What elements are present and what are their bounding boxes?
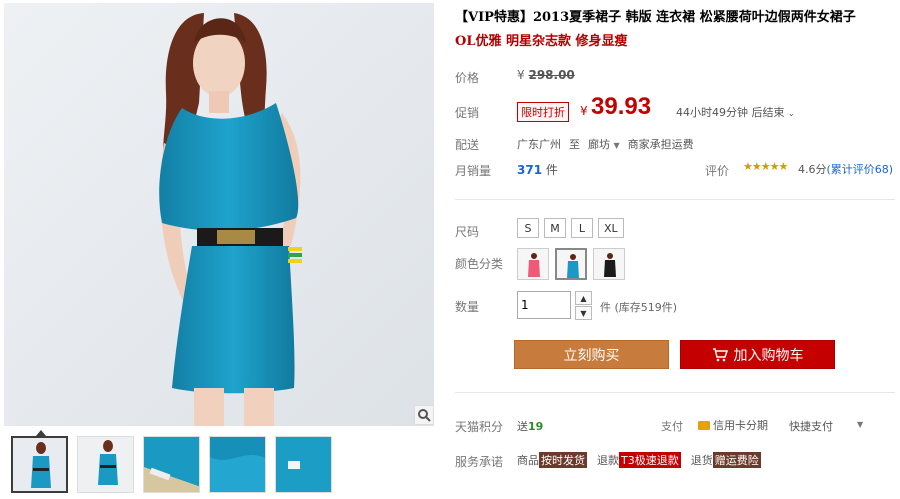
color-option-blue[interactable] xyxy=(555,248,587,280)
quantity-label: 数量 xyxy=(455,300,480,314)
promo-label: 促销 xyxy=(455,106,480,120)
thumbnail-3[interactable] xyxy=(143,436,200,493)
chevron-down-icon: ⌄ xyxy=(788,109,795,118)
buy-now-button[interactable]: 立刻购买 xyxy=(514,340,669,369)
divider xyxy=(455,199,895,200)
rating-label: 评价 xyxy=(705,164,730,178)
caret-down-icon: ▼ xyxy=(613,141,620,150)
thumbnail-4[interactable] xyxy=(209,436,266,493)
rating-stars-icon: ★★★★★ xyxy=(743,160,788,173)
promo-countdown[interactable]: 44小时49分钟 后结束 ⌄ xyxy=(676,104,795,120)
zoom-icon[interactable] xyxy=(414,405,434,425)
size-label: 尺码 xyxy=(455,225,480,239)
payment-credit[interactable]: 信用卡分期 xyxy=(698,417,768,433)
thumbnail-2[interactable] xyxy=(77,436,134,493)
shipping-label: 配送 xyxy=(455,138,480,152)
size-option-xl[interactable]: XL xyxy=(598,218,624,238)
shipping-to: 至 xyxy=(569,138,580,151)
caret-down-icon[interactable]: ▼ xyxy=(857,420,863,429)
size-options: S M L XL xyxy=(517,218,624,238)
size-option-m[interactable]: M xyxy=(544,218,566,238)
product-title: 【VIP特惠】2013夏季裙子 韩版 连衣裙 松紧腰荷叶边假两件女裙子 xyxy=(455,10,856,25)
service-tag[interactable]: 按时发货 xyxy=(539,452,587,468)
shipping-info: 广东广州 至 廊坊 ▼ 商家承担运费 xyxy=(517,136,694,152)
color-option-pink[interactable] xyxy=(517,248,549,280)
thumbnail-1[interactable] xyxy=(11,436,68,493)
current-price: 39.93 xyxy=(591,93,652,120)
product-subtitle: OL优雅 明星杂志款 修身显瘦 xyxy=(455,34,628,49)
color-options xyxy=(517,248,625,280)
add-to-cart-label: 加入购物车 xyxy=(733,347,804,364)
cart-icon xyxy=(712,347,728,361)
thumbnail-strip xyxy=(11,436,332,493)
price-label: 价格 xyxy=(455,71,480,85)
payment-quick[interactable]: 快捷支付 xyxy=(789,418,833,434)
add-to-cart-button[interactable]: 加入购物车 xyxy=(680,340,835,369)
points-label: 天猫积分 xyxy=(455,420,504,434)
service-item-name: 商品 xyxy=(517,454,539,467)
monthly-sales: 371 件 xyxy=(517,163,558,177)
shipping-note: 商家承担运费 xyxy=(627,138,694,151)
currency-symbol: ¥ xyxy=(580,104,588,118)
quantity-decrease-icon[interactable]: ▼ xyxy=(575,306,592,320)
sales-label: 月销量 xyxy=(455,164,492,178)
color-label: 颜色分类 xyxy=(455,257,504,271)
service-label: 服务承诺 xyxy=(455,455,504,469)
quantity-input[interactable] xyxy=(517,291,571,319)
service-promises: 商品 按时发货 退款 T3极速退款 退货 赠运费险 xyxy=(517,452,771,468)
shipping-destination[interactable]: 廊坊 ▼ xyxy=(588,136,620,152)
model-photo xyxy=(4,3,434,426)
service-item-name: 退款 xyxy=(597,454,619,467)
quantity-increase-icon[interactable]: ▲ xyxy=(575,291,592,305)
main-product-image[interactable] xyxy=(4,3,434,426)
payment-label: 支付 xyxy=(661,420,683,433)
rating-summary[interactable]: 4.6分(累计评价68) xyxy=(798,161,893,177)
service-tag[interactable]: T3极速退款 xyxy=(619,452,681,468)
size-option-s[interactable]: S xyxy=(517,218,539,238)
credit-card-icon xyxy=(698,420,710,430)
promo-badge: 限时打折 xyxy=(517,102,569,122)
stock-info: 件 (库存519件) xyxy=(600,301,678,314)
color-option-black[interactable] xyxy=(593,248,625,280)
divider xyxy=(455,392,895,393)
shipping-origin: 广东广州 xyxy=(517,138,561,151)
service-item-name: 退货 xyxy=(690,454,713,467)
points-value: 送19 xyxy=(517,420,544,433)
thumbnail-5[interactable] xyxy=(275,436,332,493)
size-option-l[interactable]: L xyxy=(571,218,593,238)
service-tag[interactable]: 赠运费险 xyxy=(712,452,761,468)
original-price: ¥ 298.00 xyxy=(517,68,575,82)
